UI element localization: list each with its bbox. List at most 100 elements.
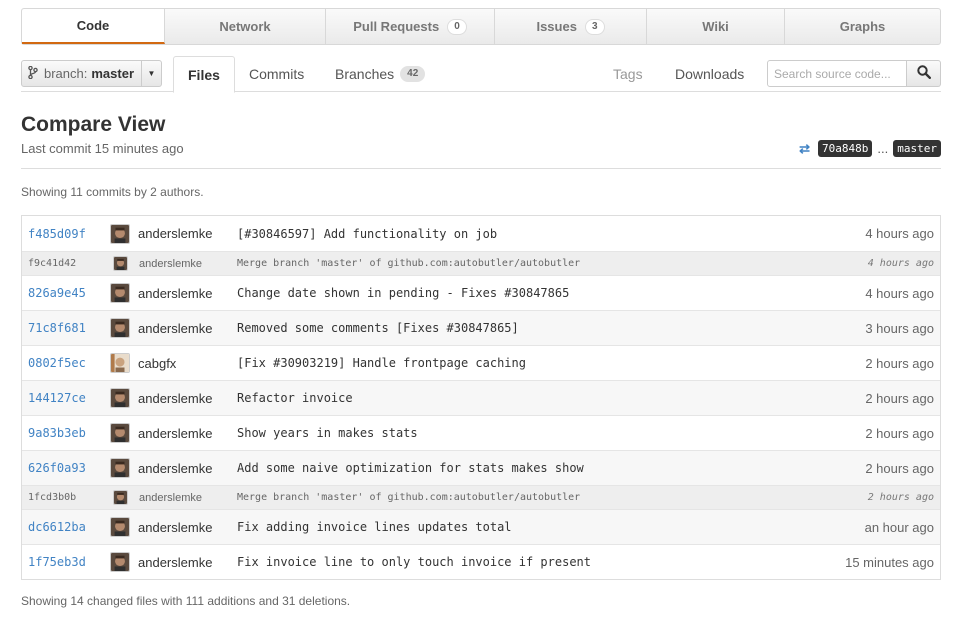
commit-sha-link[interactable]: 144127ce xyxy=(22,391,104,405)
avatar[interactable] xyxy=(110,552,130,572)
search-button[interactable] xyxy=(907,60,941,87)
avatar[interactable] xyxy=(110,353,130,373)
commit-sha-link[interactable]: 0802f5ec xyxy=(22,356,104,370)
commit-author[interactable]: anderslemke xyxy=(138,555,237,570)
tab-commits[interactable]: Commits xyxy=(249,56,304,92)
tab-label: Issues xyxy=(536,19,577,34)
commit-message[interactable]: [Fix #30903219] Handle frontpage caching xyxy=(237,356,865,370)
commit-row: 1f75eb3d anderslemke Fix invoice line to o… xyxy=(22,544,940,579)
avatar[interactable] xyxy=(113,256,128,271)
commit-row: f485d09f anderslemke [#30846597] Add funct… xyxy=(22,216,940,251)
tab-label: Commits xyxy=(249,66,305,82)
commit-message[interactable]: Change date shown in pending - Fixes #30… xyxy=(237,286,865,300)
search-input[interactable] xyxy=(767,60,907,87)
base-ref[interactable]: 70a848b xyxy=(818,140,873,157)
tab-label: Graphs xyxy=(839,19,886,34)
tab-network[interactable]: Network xyxy=(165,9,326,44)
commit-author[interactable]: anderslemke xyxy=(138,461,237,476)
tab-downloads[interactable]: Downloads xyxy=(675,56,744,92)
avatar[interactable] xyxy=(110,283,130,303)
tab-label: Network xyxy=(219,19,271,34)
merge-commit-row: 1fcd3b0b anderslemke Merge branch 'master'… xyxy=(22,485,940,509)
tab-graphs[interactable]: Graphs xyxy=(785,9,940,44)
repo-nav: Code Network Pull Requests 0 Issues 3 Wiki… xyxy=(21,8,941,45)
commit-message[interactable]: Removed some comments [Fixes #30847865] xyxy=(237,321,865,335)
commit-sha-link[interactable]: 1f75eb3d xyxy=(22,555,104,569)
tab-issues[interactable]: Issues 3 xyxy=(495,9,647,44)
tab-pull-requests[interactable]: Pull Requests 0 xyxy=(326,9,495,44)
avatar[interactable] xyxy=(110,458,130,478)
commit-sha-link[interactable]: 9a83b3eb xyxy=(22,426,104,440)
commit-author[interactable]: cabgfx xyxy=(138,356,237,371)
pull-requests-count: 0 xyxy=(447,18,467,35)
commit-time: 4 hours ago xyxy=(865,285,934,301)
commit-time: 2 hours ago xyxy=(865,390,934,406)
commit-author[interactable]: anderslemke xyxy=(138,520,237,535)
commit-author[interactable]: anderslemke xyxy=(138,321,237,336)
commit-row: dc6612ba anderslemke Fix adding invoice li… xyxy=(22,509,940,544)
commit-sha-link[interactable]: dc6612ba xyxy=(22,520,104,534)
divider xyxy=(21,168,941,169)
commit-sha-link[interactable]: 626f0a93 xyxy=(22,461,104,475)
commit-time: 15 minutes ago xyxy=(845,554,934,570)
branch-icon xyxy=(22,65,44,82)
commits-summary: Showing 11 commits by 2 authors. xyxy=(21,185,204,199)
commit-row: 71c8f681 anderslemke Removed some comments… xyxy=(22,310,940,345)
commit-sha-link[interactable]: f9c41d42 xyxy=(22,258,104,269)
tab-label: Downloads xyxy=(675,66,745,82)
search-form xyxy=(767,60,941,87)
swap-icon[interactable]: ⇄ xyxy=(799,141,810,157)
commit-row: 144127ce anderslemke Refactor invoice 2 hou… xyxy=(22,380,940,415)
commit-message[interactable]: Merge branch 'master' of github.com:auto… xyxy=(237,492,868,503)
commits-table: f485d09f anderslemke [#30846597] Add funct… xyxy=(21,215,941,580)
tab-files[interactable]: Files xyxy=(173,56,235,93)
avatar[interactable] xyxy=(110,517,130,537)
commit-time: 2 hours ago xyxy=(867,492,934,503)
branches-count: 42 xyxy=(400,66,426,82)
avatar[interactable] xyxy=(110,388,130,408)
branch-prefix: branch: xyxy=(44,66,88,81)
commit-author[interactable]: anderslemke xyxy=(139,258,237,270)
tab-label: Wiki xyxy=(702,19,729,34)
tab-branches[interactable]: Branches 42 xyxy=(335,56,426,92)
branch-selector[interactable]: branch: master ▼ xyxy=(21,60,162,87)
commit-message[interactable]: Show years in makes stats xyxy=(237,426,865,440)
commit-author[interactable]: anderslemke xyxy=(138,426,237,441)
commit-message[interactable]: [#30846597] Add functionality on job xyxy=(237,227,865,241)
branch-name: master xyxy=(91,66,135,81)
commit-time: 2 hours ago xyxy=(865,460,934,476)
commit-message[interactable]: Add some naive optimization for stats ma… xyxy=(237,461,865,475)
avatar[interactable] xyxy=(113,490,128,505)
commit-author[interactable]: anderslemke xyxy=(138,286,237,301)
avatar[interactable] xyxy=(110,318,130,338)
commit-row: 0802f5ec cabgfx [Fix #30903219] Handle fro… xyxy=(22,345,940,380)
commit-author[interactable]: anderslemke xyxy=(139,492,237,504)
commit-time: 3 hours ago xyxy=(865,320,934,336)
tab-tags[interactable]: Tags xyxy=(613,56,643,92)
tab-code[interactable]: Code xyxy=(22,9,165,44)
commit-time: 2 hours ago xyxy=(865,355,934,371)
commit-message[interactable]: Refactor invoice xyxy=(237,391,865,405)
tab-wiki[interactable]: Wiki xyxy=(647,9,785,44)
files-summary: Showing 14 changed files with 111 additi… xyxy=(21,594,351,608)
commit-sha-link[interactable]: 71c8f681 xyxy=(22,321,104,335)
commit-row: 826a9e45 anderslemke Change date shown in … xyxy=(22,275,940,310)
commit-sha-link[interactable]: 1fcd3b0b xyxy=(22,492,104,503)
commit-author[interactable]: anderslemke xyxy=(138,391,237,406)
commit-message[interactable]: Fix invoice line to only touch invoice i… xyxy=(237,555,845,569)
commit-sha-link[interactable]: f485d09f xyxy=(22,227,104,241)
head-ref[interactable]: master xyxy=(893,140,941,157)
avatar[interactable] xyxy=(110,223,130,244)
commit-sha-link[interactable]: 826a9e45 xyxy=(22,286,104,300)
commit-author[interactable]: anderslemke xyxy=(138,226,237,241)
commit-time: 4 hours ago xyxy=(865,226,934,241)
commit-time: 4 hours ago xyxy=(867,258,934,269)
tab-label: Code xyxy=(76,18,110,33)
avatar[interactable] xyxy=(110,423,130,443)
commit-message[interactable]: Merge branch 'master' of github.com:auto… xyxy=(237,258,868,269)
chevron-down-icon: ▼ xyxy=(141,61,161,86)
commit-message[interactable]: Fix adding invoice lines updates total xyxy=(237,520,865,534)
search-icon xyxy=(916,65,931,82)
page-title: Compare View xyxy=(21,113,166,136)
merge-commit-row: f9c41d42 anderslemke Merge branch 'master'… xyxy=(22,251,940,275)
